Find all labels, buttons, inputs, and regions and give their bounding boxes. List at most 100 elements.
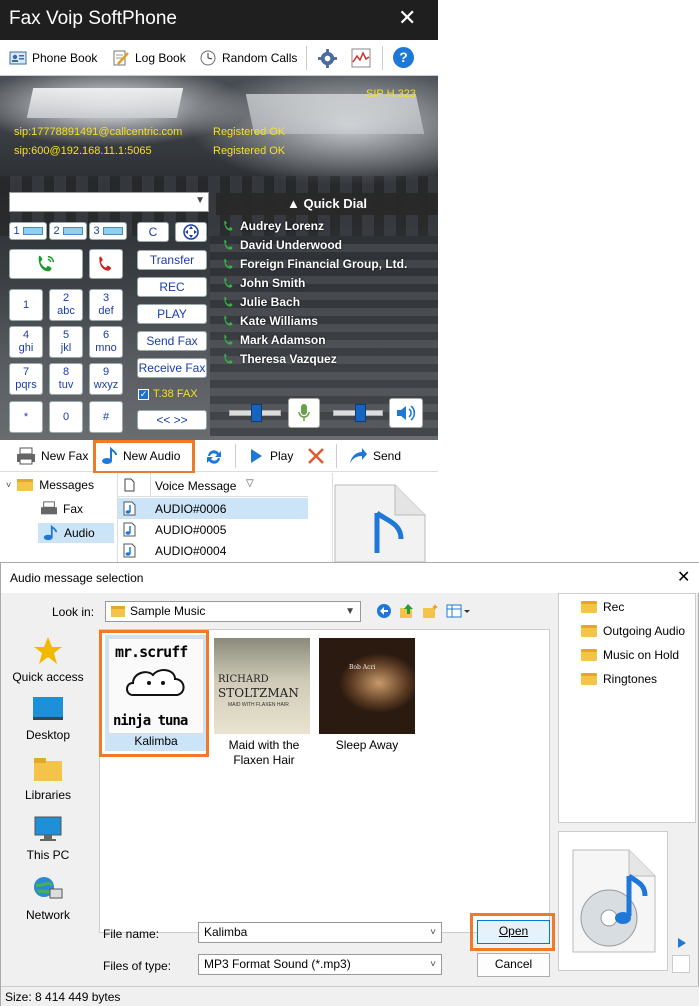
list-item[interactable]: AUDIO#0006: [118, 498, 308, 519]
view-menu-icon[interactable]: [446, 603, 472, 619]
place-this-pc[interactable]: This PC: [2, 815, 94, 862]
folder-label: Music on Hold: [603, 648, 680, 662]
dialpad-key[interactable]: 3 def: [89, 289, 123, 321]
phone-icon: [224, 239, 233, 250]
place-libraries[interactable]: Libraries: [2, 755, 94, 802]
microphone-button[interactable]: [288, 398, 320, 428]
play-preview-icon[interactable]: [677, 937, 687, 949]
navigate-button[interactable]: [175, 222, 207, 242]
audio-file-icon: [334, 484, 426, 562]
preview-toggle[interactable]: [672, 955, 690, 973]
dialog-close-button[interactable]: ✕: [677, 567, 690, 587]
tree-item-audio[interactable]: Audio: [38, 523, 114, 543]
look-in-combo[interactable]: Sample Music ▼: [105, 601, 361, 622]
gear-icon[interactable]: [318, 49, 337, 68]
play-message-button[interactable]: Play: [249, 446, 293, 466]
dialpad-key[interactable]: 2 abc: [49, 289, 83, 321]
dialpad-key[interactable]: 4 ghi: [9, 326, 43, 358]
close-button[interactable]: ✕: [398, 5, 416, 31]
random-calls-button[interactable]: Random Calls: [199, 48, 297, 68]
quick-dial-item[interactable]: Julie Bach: [222, 295, 300, 309]
dialpad-key[interactable]: 8 tuv: [49, 363, 83, 395]
file-preview-panel: [558, 831, 668, 971]
quick-dial-item[interactable]: David Underwood: [222, 238, 342, 252]
softphone-window: Fax Voip SoftPhone ✕ Phone Book Log Book…: [0, 0, 438, 562]
notepad-pencil-icon: [113, 50, 129, 66]
list-item[interactable]: AUDIO#0005: [118, 519, 308, 540]
slider-thumb[interactable]: [355, 404, 366, 422]
line-indicator-icon: [102, 227, 123, 235]
delete-x-icon[interactable]: [306, 446, 326, 466]
play-button[interactable]: PLAY: [137, 304, 207, 324]
new-fax-button[interactable]: New Fax: [16, 446, 88, 466]
dialpad-key[interactable]: 6 mno: [89, 326, 123, 358]
dialpad-key[interactable]: 7 pqrs: [9, 363, 43, 395]
hang-up-button[interactable]: [89, 249, 123, 279]
quick-dial-header[interactable]: ▲ Quick Dial: [216, 193, 438, 215]
tree-item-messages[interactable]: ˅ Messages: [6, 478, 94, 492]
file-type-select[interactable]: MP3 Format Sound (*.mp3) ˅: [198, 954, 442, 975]
dialpad-key[interactable]: *: [9, 401, 43, 433]
file-item-maid-with-the-flaxen-hair[interactable]: RICHARD STOLTZMAN MAID WITH FLAXEN HAIR …: [213, 635, 315, 770]
new-folder-icon[interactable]: [422, 603, 439, 619]
quick-dial-item[interactable]: Theresa Vazquez: [222, 352, 337, 366]
record-button[interactable]: REC: [137, 277, 207, 297]
refresh-icon[interactable]: [205, 448, 223, 466]
star-icon: [34, 637, 62, 664]
folder-item-outgoing-audio[interactable]: Outgoing Audio: [581, 624, 685, 638]
speaker-icon: [397, 405, 416, 421]
quick-dial-item[interactable]: Audrey Lorenz: [222, 219, 324, 233]
dialpad-key[interactable]: 5 jkl: [49, 326, 83, 358]
back-arrow-icon[interactable]: [376, 603, 392, 619]
account-select[interactable]: ▼: [9, 192, 209, 212]
file-name-label: Sleep Away: [335, 738, 399, 752]
line-1-button[interactable]: 1: [9, 222, 47, 240]
line-2-button[interactable]: 2: [49, 222, 87, 240]
place-quick-access[interactable]: Quick access: [2, 635, 94, 684]
dialpad-key[interactable]: 1: [9, 289, 43, 321]
up-folder-icon[interactable]: [399, 603, 415, 619]
send-button[interactable]: Send: [348, 446, 401, 466]
file-item-sleep-away[interactable]: Bob Acri Sleep Away: [316, 635, 418, 755]
quick-dial-item[interactable]: John Smith: [222, 276, 305, 290]
transfer-button[interactable]: Transfer: [137, 250, 207, 270]
speaker-button[interactable]: [389, 398, 423, 428]
fax-machine-icon: [41, 501, 57, 515]
desktop-icon: [33, 697, 63, 720]
quick-dial-name: Kate Williams: [240, 314, 318, 328]
call-button[interactable]: [9, 249, 83, 279]
clear-button[interactable]: C: [137, 222, 169, 242]
folder-item-music-on-hold[interactable]: Music on Hold: [581, 648, 679, 662]
dialpad-key[interactable]: #: [89, 401, 123, 433]
dialpad-key[interactable]: 9 wxyz: [89, 363, 123, 395]
list-item[interactable]: AUDIO#0004: [118, 540, 308, 561]
sort-icon[interactable]: ▽: [246, 478, 254, 489]
account-status: Registered OK: [213, 126, 286, 138]
t38-fax-checkbox[interactable]: ✓: [138, 389, 149, 400]
quick-dial-item[interactable]: Foreign Financial Group, Ltd.: [222, 257, 407, 271]
send-fax-button[interactable]: Send Fax: [137, 331, 207, 351]
line-3-button[interactable]: 3: [89, 222, 127, 240]
file-name-input[interactable]: Kalimba ˅: [198, 922, 442, 943]
quick-dial-item[interactable]: Kate Williams: [222, 314, 318, 328]
tree-item-fax[interactable]: Fax: [40, 501, 83, 517]
statistics-chart-icon[interactable]: [351, 48, 371, 68]
cancel-button[interactable]: Cancel: [477, 953, 550, 977]
phone-book-button[interactable]: Phone Book: [9, 48, 97, 68]
folder-item-rec[interactable]: Rec: [581, 600, 624, 614]
log-book-button[interactable]: Log Book: [112, 48, 186, 68]
slider-thumb[interactable]: [251, 404, 262, 422]
place-desktop[interactable]: Desktop: [2, 695, 94, 742]
quick-dial-item[interactable]: Mark Adamson: [222, 333, 326, 347]
receive-fax-button[interactable]: Receive Fax: [137, 358, 207, 378]
folder-label: Ringtones: [603, 672, 658, 686]
status-size: Size: 8 414 449 bytes: [5, 990, 121, 1004]
dialpad-key[interactable]: 0: [49, 401, 83, 433]
line-indicator-icon: [62, 227, 83, 235]
column-header-voice-message[interactable]: Voice Message: [155, 479, 236, 493]
place-network[interactable]: Network: [2, 875, 94, 922]
list-header: Voice Message ▽: [118, 473, 308, 497]
help-button[interactable]: ?: [393, 47, 414, 68]
expand-button[interactable]: << >>: [137, 410, 207, 430]
folder-item-ringtones[interactable]: Ringtones: [581, 672, 657, 686]
